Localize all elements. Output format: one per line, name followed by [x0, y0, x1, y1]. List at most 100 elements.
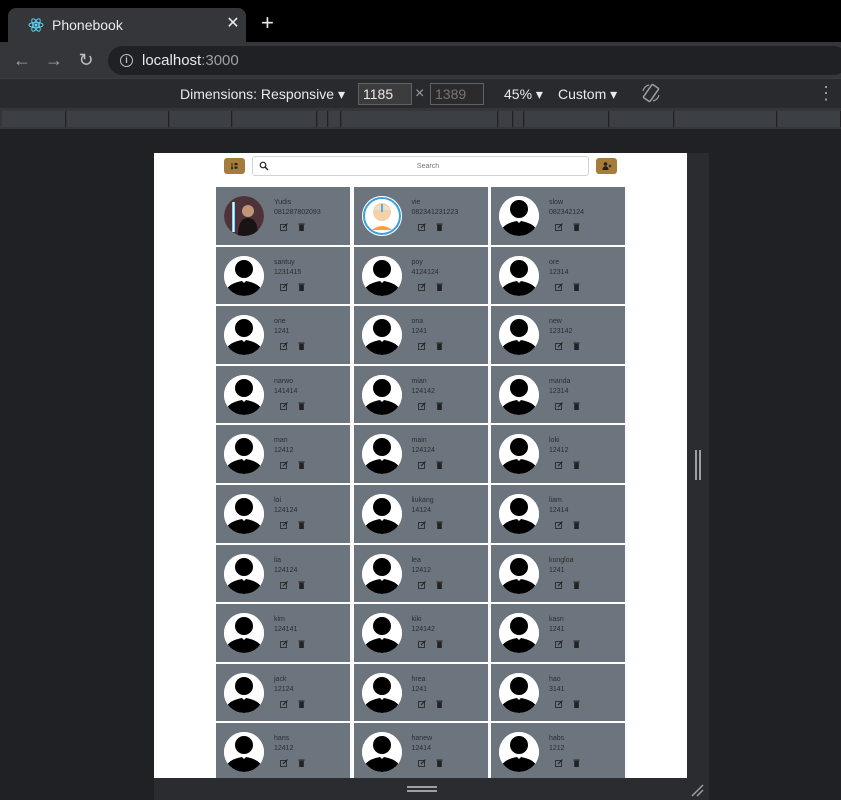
rotate-icon[interactable]	[640, 82, 662, 104]
new-tab-button[interactable]: +	[261, 12, 274, 34]
trash-icon[interactable]	[573, 700, 580, 708]
edit-icon[interactable]	[280, 640, 288, 649]
tab-title: Phonebook	[52, 17, 123, 33]
trash-icon[interactable]	[573, 521, 580, 529]
media-query-segment[interactable]	[170, 111, 232, 127]
edit-icon[interactable]	[417, 461, 426, 470]
trash-icon[interactable]	[436, 402, 443, 410]
trash-icon[interactable]	[298, 342, 305, 351]
trash-icon[interactable]	[573, 759, 580, 768]
trash-icon[interactable]	[436, 521, 443, 529]
edit-icon[interactable]	[280, 759, 288, 768]
contact-card: Yudis 081287802093	[216, 187, 352, 245]
edit-icon[interactable]	[280, 401, 288, 410]
edit-icon[interactable]	[555, 282, 563, 291]
add-contact-button[interactable]	[596, 158, 617, 174]
trash-icon[interactable]	[436, 283, 443, 291]
trash-icon[interactable]	[298, 402, 305, 410]
edit-icon[interactable]	[555, 401, 563, 410]
trash-icon[interactable]	[436, 223, 443, 231]
media-query-segment[interactable]	[525, 111, 609, 127]
trash-icon[interactable]	[436, 759, 443, 768]
forward-arrow-icon[interactable]: →	[43, 50, 65, 70]
media-query-segment[interactable]	[499, 111, 513, 127]
edit-icon[interactable]	[417, 223, 426, 231]
edit-icon[interactable]	[280, 342, 288, 351]
trash-icon[interactable]	[436, 461, 443, 470]
more-options-icon[interactable]: ⋮	[817, 84, 835, 102]
trash-icon[interactable]	[298, 759, 305, 768]
edit-icon[interactable]	[280, 580, 288, 589]
media-query-segment[interactable]	[329, 111, 341, 127]
viewport-height-input[interactable]	[430, 83, 484, 105]
edit-icon[interactable]	[417, 342, 426, 351]
trash-icon[interactable]	[436, 342, 443, 351]
media-query-segment[interactable]	[2, 111, 66, 127]
media-query-segment[interactable]	[342, 111, 498, 127]
edit-icon[interactable]	[280, 282, 288, 291]
browser-tab[interactable]: Phonebook ✕	[8, 8, 246, 42]
reload-icon[interactable]: ↻	[75, 50, 97, 70]
media-query-segment[interactable]	[675, 111, 777, 127]
dimensions-dropdown[interactable]: Dimensions: Responsive ▾	[180, 86, 345, 103]
trash-icon[interactable]	[573, 581, 580, 589]
tab-close-icon[interactable]: ✕	[224, 14, 242, 34]
trash-icon[interactable]	[573, 283, 580, 291]
edit-icon[interactable]	[417, 580, 426, 589]
edit-icon[interactable]	[280, 223, 288, 231]
avatar	[224, 434, 264, 475]
trash-icon[interactable]	[573, 342, 580, 351]
trash-icon[interactable]	[436, 640, 443, 649]
trash-icon[interactable]	[573, 223, 580, 231]
media-query-segment[interactable]	[778, 111, 841, 127]
bottom-resize-handle[interactable]	[407, 786, 437, 792]
trash-icon[interactable]	[298, 640, 305, 649]
url-port: :3000	[201, 52, 239, 69]
back-arrow-icon[interactable]: ←	[11, 50, 33, 70]
trash-icon[interactable]	[573, 461, 580, 470]
trash-icon[interactable]	[436, 581, 443, 589]
edit-icon[interactable]	[417, 401, 426, 410]
edit-icon[interactable]	[417, 640, 426, 649]
media-query-segment[interactable]	[514, 111, 524, 127]
media-query-segment[interactable]	[233, 111, 317, 127]
sort-button[interactable]	[224, 158, 245, 174]
media-query-segment[interactable]	[610, 111, 674, 127]
edit-icon[interactable]	[555, 580, 563, 589]
edit-icon[interactable]	[555, 223, 563, 231]
trash-icon[interactable]	[298, 223, 305, 231]
address-bar[interactable]: i localhost:3000	[108, 46, 841, 75]
trash-icon[interactable]	[573, 640, 580, 649]
media-query-segment[interactable]	[318, 111, 328, 127]
edit-icon[interactable]	[555, 759, 563, 768]
edit-icon[interactable]	[555, 461, 563, 470]
throttle-dropdown[interactable]: Custom ▾	[558, 86, 617, 103]
trash-icon[interactable]	[436, 700, 443, 708]
search-input[interactable]	[271, 159, 585, 173]
edit-icon[interactable]	[555, 699, 563, 708]
trash-icon[interactable]	[298, 700, 305, 708]
edit-icon[interactable]	[417, 521, 426, 529]
info-icon[interactable]: i	[120, 54, 133, 67]
edit-icon[interactable]	[417, 699, 426, 708]
zoom-dropdown[interactable]: 45% ▾	[504, 86, 543, 103]
contact-card: hanew 12414	[353, 723, 490, 778]
edit-icon[interactable]	[280, 521, 288, 529]
trash-icon[interactable]	[573, 402, 580, 410]
edit-icon[interactable]	[555, 342, 563, 351]
edit-icon[interactable]	[417, 282, 426, 291]
edit-icon[interactable]	[555, 640, 563, 649]
edit-icon[interactable]	[417, 759, 426, 768]
avatar	[224, 255, 264, 296]
trash-icon[interactable]	[298, 283, 305, 291]
edit-icon[interactable]	[555, 521, 563, 529]
trash-icon[interactable]	[298, 581, 305, 589]
trash-icon[interactable]	[298, 521, 305, 529]
edit-icon[interactable]	[280, 461, 288, 470]
corner-resize-handle[interactable]	[690, 783, 704, 797]
trash-icon[interactable]	[298, 461, 305, 470]
right-resize-handle[interactable]	[695, 450, 701, 480]
viewport-width-input[interactable]	[358, 83, 412, 105]
edit-icon[interactable]	[280, 699, 288, 708]
media-query-segment[interactable]	[67, 111, 169, 127]
